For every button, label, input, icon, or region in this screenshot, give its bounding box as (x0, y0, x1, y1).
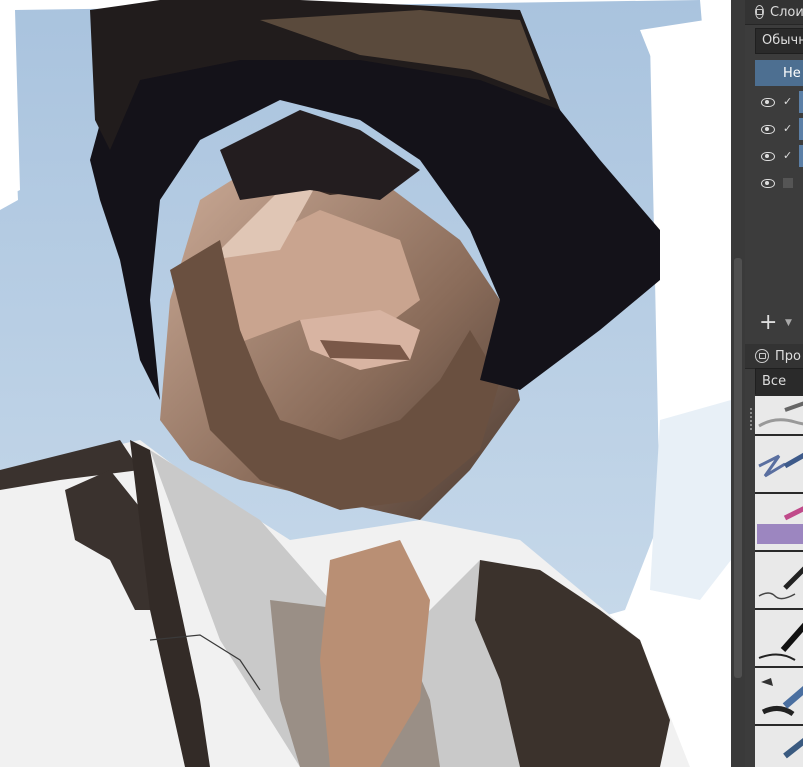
lock-icon[interactable] (755, 349, 769, 363)
pen-brush-icon (783, 738, 803, 759)
painting (0, 0, 731, 767)
eye-icon[interactable] (761, 178, 775, 188)
pencil-brush-tile[interactable] (755, 394, 803, 434)
blue-pencil-brush-tile[interactable] (755, 434, 803, 492)
layer-thumbnail (799, 145, 803, 167)
active-layer-label: Не (783, 65, 801, 81)
pencil-brush-icon (758, 401, 803, 428)
check-icon[interactable]: ✓ (783, 96, 793, 107)
marker-brush-tile[interactable] (755, 666, 803, 724)
preset-filter-select[interactable]: Все (755, 368, 803, 396)
eye-icon[interactable] (761, 97, 775, 107)
layer-row[interactable]: ✓ (755, 143, 803, 169)
checkbox-empty[interactable] (783, 178, 793, 188)
drawing-canvas[interactable] (0, 0, 731, 767)
lock-icon[interactable] (755, 5, 764, 19)
ink-pen-brush-icon (758, 566, 803, 600)
presets-panel-title: Про (775, 348, 801, 364)
layer-thumbnail (799, 91, 803, 113)
colored-pencil-brush-icon (757, 506, 803, 544)
add-layer-button[interactable]: + (759, 312, 777, 334)
colored-pencil-brush-tile[interactable] (755, 492, 803, 550)
layers-panel-title: Слои (770, 4, 803, 20)
active-layer-row[interactable]: Не (755, 60, 803, 86)
layer-thumbnail (799, 118, 803, 140)
grip-handle[interactable] (750, 408, 752, 430)
layer-row[interactable]: ✓ (755, 116, 803, 142)
presets-panel-header[interactable]: Про (745, 344, 803, 369)
fountain-pen-brush-icon (758, 622, 803, 661)
check-icon[interactable]: ✓ (783, 123, 793, 134)
blend-mode-select[interactable]: Обычный (755, 28, 803, 54)
pen-brush-tile[interactable] (755, 724, 803, 767)
eye-icon[interactable] (761, 151, 775, 161)
canvas-scrollbar[interactable] (731, 0, 745, 767)
eye-icon[interactable] (761, 124, 775, 134)
scrollbar-thumb[interactable] (734, 258, 742, 678)
fountain-pen-brush-tile[interactable] (755, 608, 803, 666)
side-panel: Слои Обычный Не ✓ ✓ ✓ + ▼ Про Все (745, 0, 803, 767)
layer-row[interactable]: ✓ (755, 89, 803, 115)
check-icon[interactable]: ✓ (783, 150, 793, 161)
layer-row[interactable] (755, 170, 803, 196)
blue-pencil-brush-icon (758, 452, 803, 478)
chevron-down-icon[interactable]: ▼ (785, 318, 792, 328)
marker-brush-icon (761, 678, 803, 717)
ink-pen-brush-tile[interactable] (755, 550, 803, 608)
layers-panel-header[interactable]: Слои (745, 0, 803, 25)
